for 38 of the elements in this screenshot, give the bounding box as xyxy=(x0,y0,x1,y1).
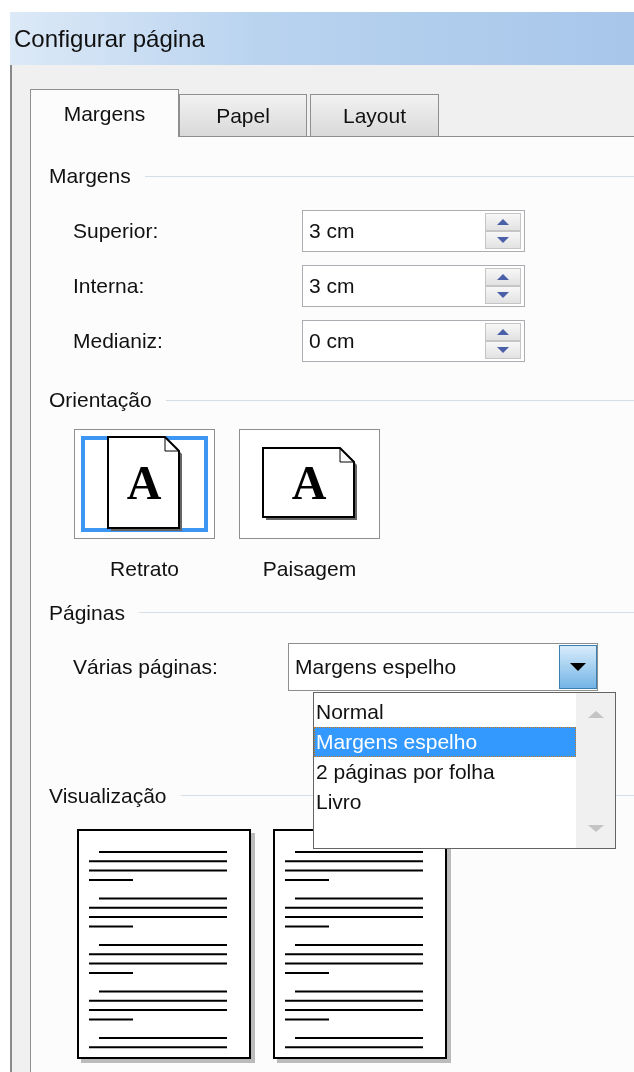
dropdown-option[interactable]: 2 páginas por folha xyxy=(314,757,576,787)
dropdown-button[interactable] xyxy=(559,644,597,689)
field-label: Superior: xyxy=(73,217,160,244)
up-arrow-icon xyxy=(497,328,509,335)
down-arrow-icon xyxy=(497,236,509,243)
dropdown-option[interactable]: Normal xyxy=(314,697,576,727)
section-title: Orientação xyxy=(49,387,152,414)
spin-up-button[interactable] xyxy=(485,267,521,286)
landscape-page-icon: A xyxy=(261,447,358,521)
up-arrow-icon xyxy=(497,273,509,280)
spin-field[interactable]: 0 cm xyxy=(302,319,525,362)
tab[interactable]: Margens xyxy=(30,89,179,137)
orientation-button[interactable]: A xyxy=(74,429,215,539)
value-input[interactable]: 3 cm xyxy=(303,269,485,302)
spin-field[interactable]: 3 cm xyxy=(302,209,525,252)
field-label: Interna: xyxy=(73,272,146,299)
up-arrow-icon xyxy=(497,218,509,225)
down-arrow-icon xyxy=(497,346,509,353)
section-title: Páginas xyxy=(49,599,125,626)
caret-icon xyxy=(570,662,586,671)
down-arrow-icon xyxy=(497,291,509,298)
value-input[interactable]: 3 cm xyxy=(303,214,485,247)
field-label: Medianiz: xyxy=(73,327,164,354)
spin-up-button[interactable] xyxy=(485,212,521,231)
section-title: Visualização xyxy=(49,782,167,809)
window-title: Configurar página xyxy=(14,23,205,54)
orientation-button[interactable]: A xyxy=(239,429,380,539)
option-label: Paisagem xyxy=(262,556,357,582)
spin-field[interactable]: 3 cm xyxy=(302,264,525,307)
tab[interactable]: Papel xyxy=(179,94,307,136)
section-title: Margens xyxy=(49,163,131,190)
value-input[interactable]: 0 cm xyxy=(303,324,485,357)
tab[interactable]: Layout xyxy=(310,94,439,136)
portrait-page-icon: A xyxy=(106,436,183,532)
option-label: Retrato xyxy=(110,556,179,582)
dropdown[interactable]: Margens espelho xyxy=(288,642,598,691)
dropdown-option[interactable]: Livro xyxy=(314,787,576,817)
spin-up-button[interactable] xyxy=(485,322,521,341)
